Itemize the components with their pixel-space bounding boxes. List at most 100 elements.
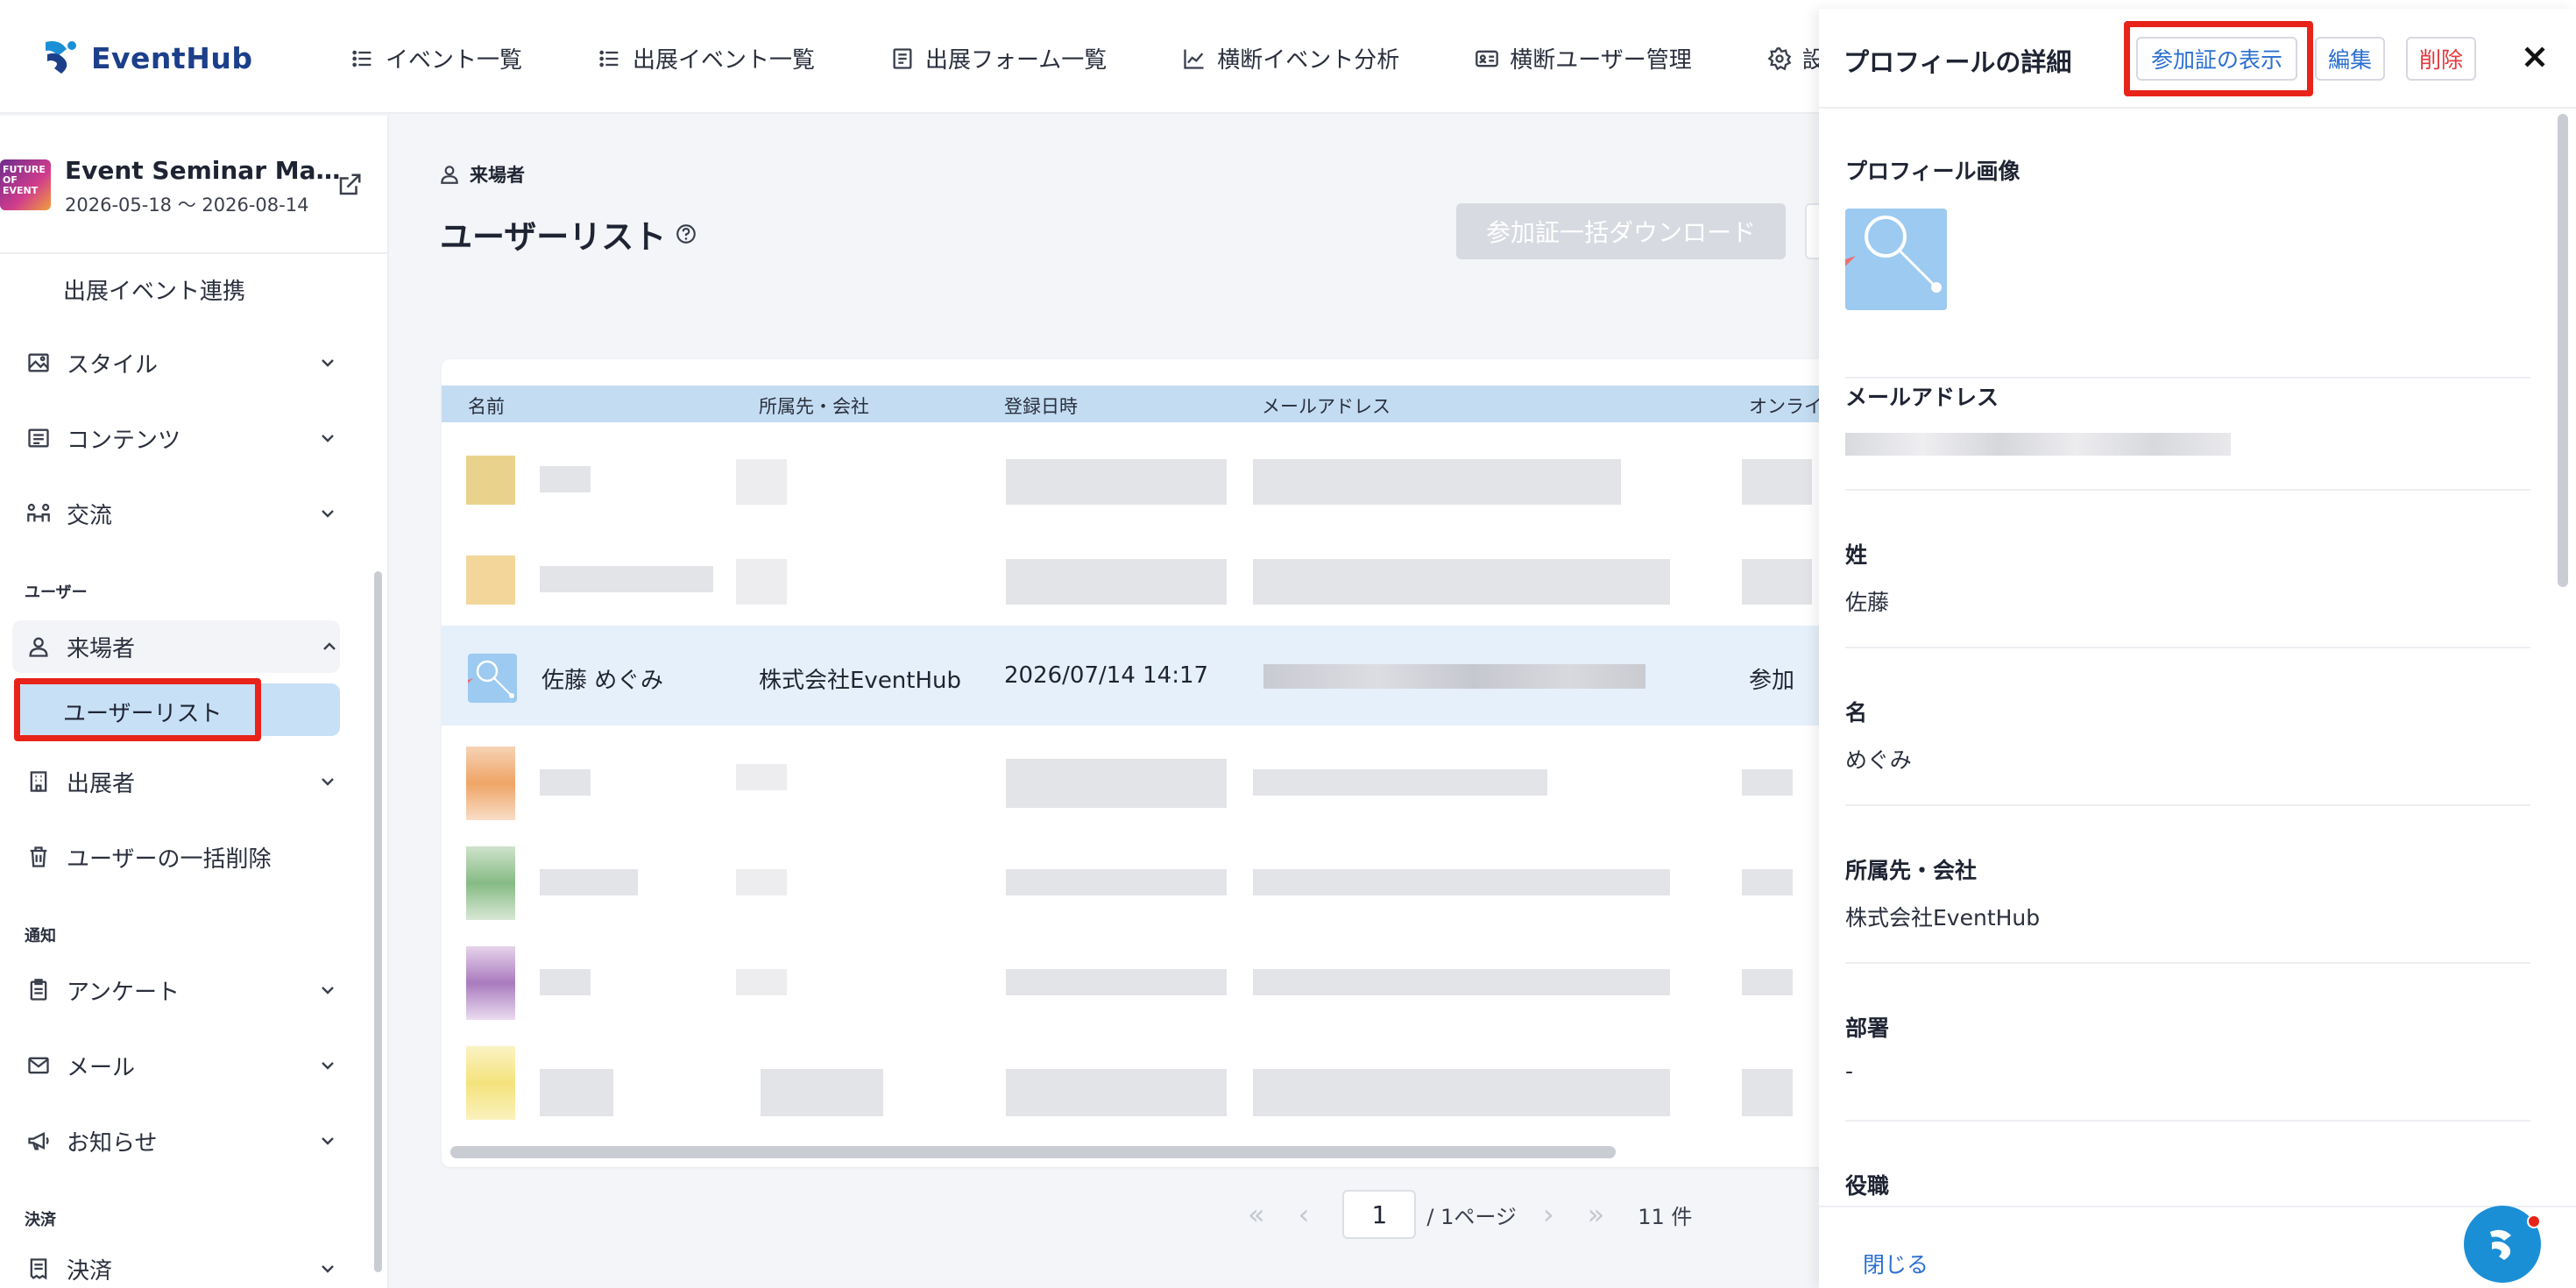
- table-row[interactable]: [442, 838, 1861, 938]
- top-navigation: イベント一覧 出展イベント一覧 出展フォーム一覧 横断イベント分析 横断ユーザー…: [350, 42, 1923, 74]
- next-page-icon[interactable]: ›: [1543, 1198, 1554, 1231]
- nav-label: 横断イベント分析: [1217, 47, 1400, 74]
- drawer-scrollbar[interactable]: [2558, 114, 2568, 587]
- nav-exhibit-event-list[interactable]: 出展イベント一覧: [598, 42, 815, 74]
- blurred-text: [736, 559, 787, 605]
- nav-label: 横断ユーザー管理: [1510, 47, 1692, 74]
- table-horizontal-scrollbar[interactable]: [450, 1146, 1616, 1158]
- nav-cross-user-management[interactable]: 横断ユーザー管理: [1475, 42, 1692, 74]
- people-link-icon: [27, 503, 50, 522]
- blurred-text: [1253, 969, 1670, 995]
- nav-exhibit-form-list[interactable]: 出展フォーム一覧: [890, 42, 1107, 74]
- prev-page-icon[interactable]: ‹: [1299, 1198, 1310, 1231]
- eventhub-logo-icon: [46, 41, 76, 74]
- page-number-input[interactable]: 1: [1342, 1190, 1417, 1239]
- drawer-body: プロフィール画像 メールアドレス 姓 佐藤 名 めぐみ 所属先・会社 株式会社E…: [1819, 110, 2576, 1206]
- sidebar-section-users: ユーザー: [25, 584, 88, 602]
- sidebar-item-style[interactable]: スタイル: [26, 336, 338, 389]
- profile-image[interactable]: [1845, 209, 1947, 310]
- sidebar: FUTURE OF EVENT Event Seminar Ma… 2026-0…: [0, 116, 389, 1288]
- blurred-text: [736, 764, 787, 790]
- sidebar-item-label: 来場者: [67, 635, 136, 662]
- user-table: 名前 所属先・会社 登録日時 メールアドレス オンライ 佐藤 めぐみ 株式会社E…: [442, 359, 1861, 1167]
- column-header-company[interactable]: 所属先・会社: [759, 393, 869, 419]
- field-company: 所属先・会社 株式会社EventHub: [1845, 853, 2530, 964]
- sidebar-item-announcements[interactable]: お知らせ: [26, 1115, 338, 1167]
- column-header-email[interactable]: メールアドレス: [1262, 393, 1391, 419]
- sidebar-item-mail[interactable]: メール: [26, 1039, 338, 1092]
- sidebar-item-exhibit-link[interactable]: 出展イベント連携: [63, 263, 375, 315]
- notification-dot: [2527, 1214, 2541, 1228]
- field-divider: [1845, 647, 2530, 648]
- sidebar-item-contents[interactable]: コンテンツ: [26, 412, 338, 464]
- avatar: [466, 556, 515, 605]
- help-icon[interactable]: [675, 223, 697, 245]
- column-header-registered[interactable]: 登録日時: [1004, 393, 1078, 419]
- blurred-text: [736, 869, 787, 895]
- delete-button[interactable]: 削除: [2406, 37, 2476, 81]
- highlight-box-user-list: [14, 678, 261, 741]
- table-header: 名前 所属先・会社 登録日時 メールアドレス オンライ: [442, 386, 1861, 422]
- column-header-name[interactable]: 名前: [468, 393, 505, 419]
- field-label: 所属先・会社: [1845, 858, 1978, 883]
- eventhub-logo[interactable]: EventHub: [40, 37, 252, 79]
- breadcrumb: 来場者: [438, 161, 525, 188]
- avatar-image: [468, 660, 514, 698]
- sidebar-divider: [0, 252, 387, 254]
- result-count: 11 件: [1638, 1204, 1693, 1229]
- close-icon[interactable]: [2520, 42, 2550, 72]
- column-header-online[interactable]: オンライ: [1749, 393, 1822, 419]
- table-row[interactable]: [442, 938, 1861, 1037]
- first-page-icon[interactable]: «: [1248, 1198, 1265, 1231]
- sidebar-item-bulk-delete-users[interactable]: ユーザーの一括削除: [26, 831, 338, 883]
- table-row[interactable]: [442, 1037, 1861, 1137]
- field-label: 姓: [1845, 542, 1868, 568]
- blurred-email: [1845, 433, 2231, 456]
- close-drawer-link[interactable]: 閉じる: [1863, 1248, 1928, 1279]
- sidebar-item-label: アンケート: [67, 979, 180, 1006]
- user-icon: [29, 637, 48, 657]
- list-box-icon: [28, 428, 49, 448]
- trash-icon: [30, 846, 47, 867]
- field-first-name: 名 めぐみ: [1845, 696, 2530, 806]
- avatar: [466, 846, 515, 920]
- id-card-icon: [1476, 50, 1499, 67]
- last-page-icon[interactable]: »: [1588, 1198, 1605, 1231]
- sidebar-item-survey[interactable]: アンケート: [26, 964, 338, 1016]
- nav-label: 出展フォーム一覧: [925, 47, 1108, 74]
- field-divider: [1845, 962, 2530, 964]
- table-row[interactable]: [442, 440, 1861, 540]
- avatar: [466, 747, 515, 820]
- sidebar-item-visitors[interactable]: 来場者: [12, 620, 340, 673]
- sidebar-section-payment: 決済: [25, 1211, 56, 1229]
- chevron-down-icon: [322, 510, 334, 518]
- chevron-down-icon: [322, 1137, 334, 1145]
- sidebar-item-label: メール: [67, 1054, 136, 1081]
- sidebar-item-label: 出展者: [67, 770, 136, 797]
- chevron-down-icon: [322, 435, 334, 442]
- blurred-text: [540, 969, 591, 995]
- nav-cross-event-analysis[interactable]: 横断イベント分析: [1182, 42, 1399, 74]
- sidebar-item-exhibitors[interactable]: 出展者: [26, 755, 338, 808]
- gear-icon: [1767, 46, 1792, 70]
- page-title-text: ユーザーリスト: [440, 218, 667, 256]
- table-row-selected[interactable]: 佐藤 めぐみ 株式会社EventHub 2026/07/14 14:17 参加: [442, 626, 1861, 725]
- bulk-download-badges-button[interactable]: 参加証一括ダウンロード: [1456, 203, 1786, 259]
- logo-text: EventHub: [91, 40, 253, 75]
- page-title: ユーザーリスト: [440, 210, 697, 258]
- drawer-footer: 閉じる: [1819, 1206, 2576, 1288]
- chevron-down-icon: [322, 1265, 334, 1273]
- event-thumbnail: FUTURE OF EVENT: [0, 159, 51, 210]
- table-row[interactable]: [442, 540, 1861, 640]
- nav-event-list[interactable]: イベント一覧: [350, 42, 522, 74]
- form-icon: [893, 47, 912, 69]
- edit-button[interactable]: 編集: [2315, 37, 2385, 81]
- chevron-down-icon: [322, 987, 334, 994]
- table-row[interactable]: [442, 738, 1861, 838]
- mail-icon: [28, 1057, 49, 1074]
- avatar: [466, 946, 515, 1020]
- sidebar-item-networking[interactable]: 交流: [26, 487, 338, 540]
- sidebar-scrollbar[interactable]: [374, 571, 382, 1272]
- sidebar-item-payment[interactable]: 決済: [26, 1242, 338, 1288]
- external-link-icon[interactable]: [336, 172, 363, 198]
